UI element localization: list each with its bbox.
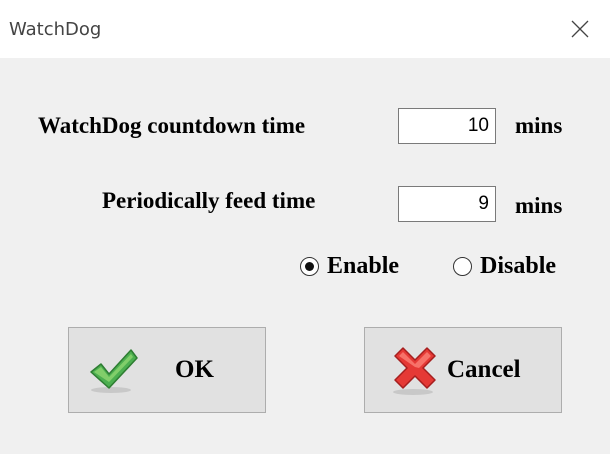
ok-button-label: OK	[175, 356, 214, 383]
x-icon	[393, 347, 436, 395]
close-button[interactable]	[550, 0, 610, 58]
cancel-button[interactable]: Cancel	[364, 327, 562, 413]
enable-radio-circle[interactable]	[300, 257, 319, 276]
title-bar: WatchDog	[0, 0, 610, 58]
feed-input[interactable]	[398, 186, 496, 222]
feed-unit: mins	[515, 193, 563, 218]
feed-label: Periodically feed time	[102, 188, 316, 213]
dialog-body: WatchDog countdown time mins Periodicall…	[0, 58, 610, 454]
watchdog-dialog: WatchDog WatchDog countdown time mins Pe…	[0, 0, 610, 454]
disable-radio-circle[interactable]	[453, 257, 472, 276]
countdown-label: WatchDog countdown time	[38, 113, 306, 138]
enable-radio-label: Enable	[327, 253, 400, 279]
check-icon	[90, 349, 138, 393]
close-icon	[571, 20, 589, 38]
countdown-input[interactable]	[398, 108, 496, 144]
disable-radio[interactable]: Disable	[453, 253, 556, 280]
cancel-button-label: Cancel	[447, 356, 521, 383]
enable-radio-dot	[305, 262, 314, 271]
countdown-unit: mins	[515, 113, 563, 138]
disable-radio-label: Disable	[480, 253, 557, 279]
ok-button[interactable]: OK	[68, 327, 266, 413]
window-title: WatchDog	[9, 19, 102, 40]
enable-radio[interactable]: Enable	[300, 253, 399, 280]
